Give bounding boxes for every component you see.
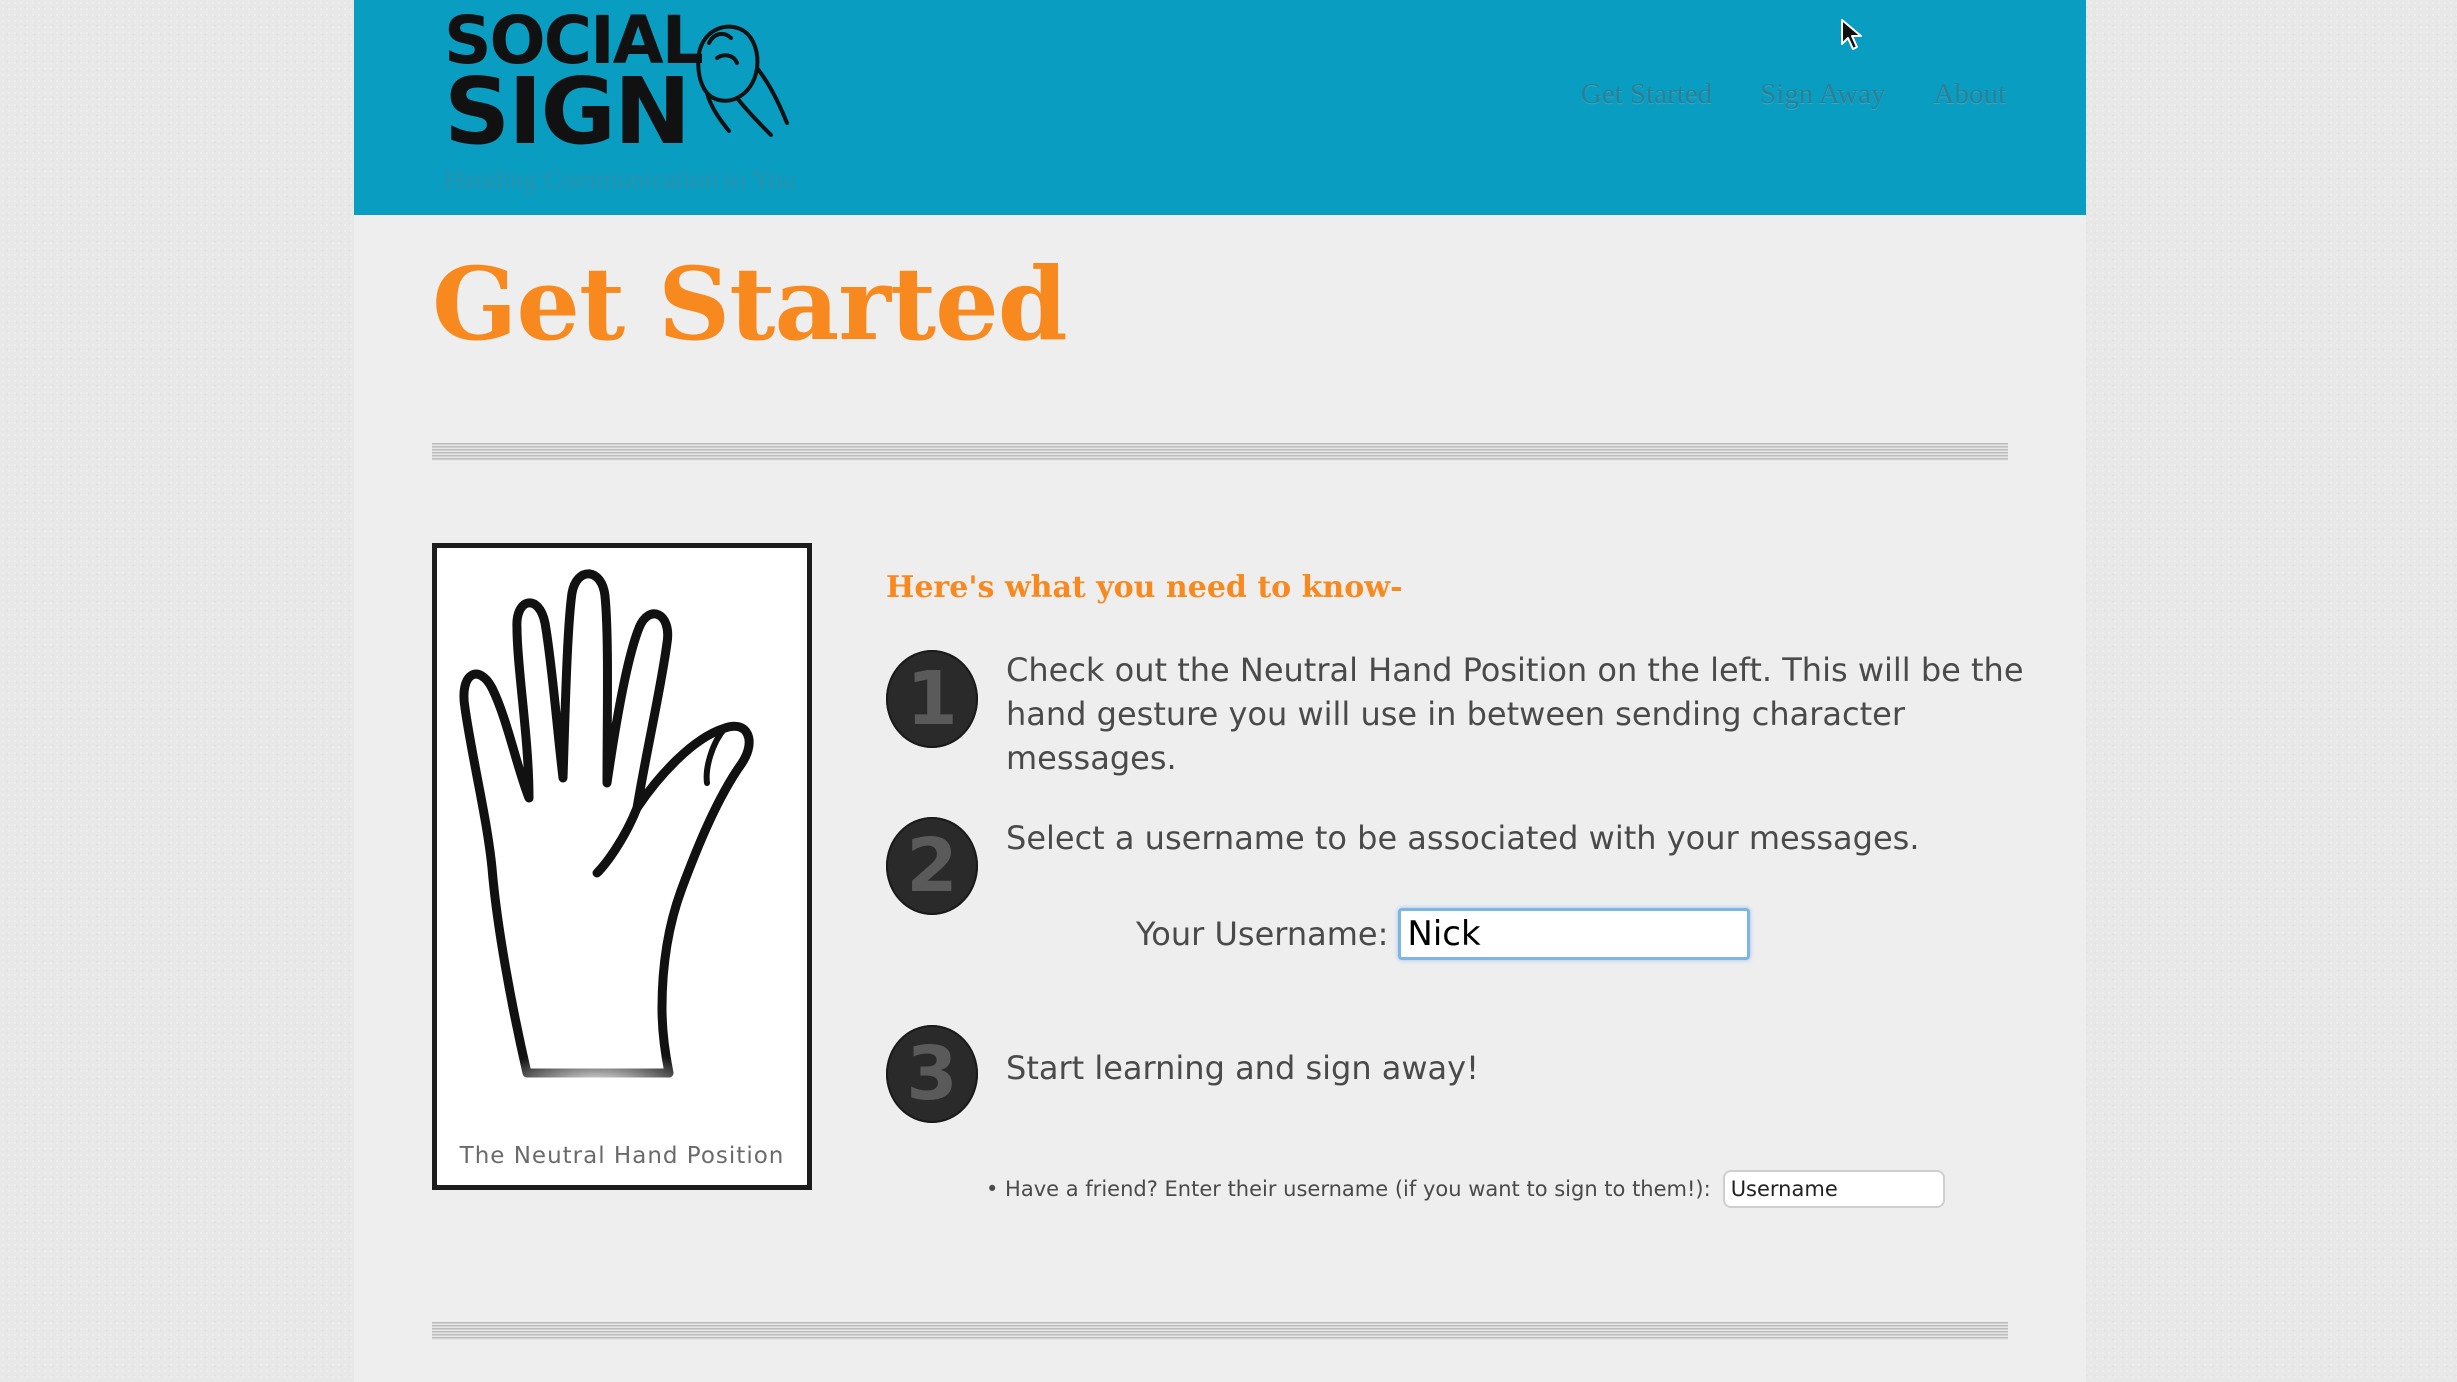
nav-about[interactable]: About <box>1934 78 2007 111</box>
step-2-text: Select a username to be associated with … <box>1006 819 1920 857</box>
step-3-text: Start learning and sign away! <box>1006 1049 1479 1087</box>
neutral-hand-card: The Neutral Hand Position <box>432 543 812 1190</box>
username-input[interactable] <box>1398 908 1751 960</box>
mouse-pointer-icon <box>1841 19 1862 50</box>
social-sign-logo[interactable]: SOCIAL SIGN <box>444 8 804 158</box>
username-label: Your Username: <box>1136 915 1389 953</box>
username-row: Your Username: <box>1136 908 1751 960</box>
logo-text: SOCIAL SIGN <box>444 8 704 165</box>
site-header: SOCIAL SIGN Handing Communication to You… <box>354 0 2086 215</box>
section-divider-bottom <box>432 1322 2008 1340</box>
friend-prompt: • Have a friend? Enter their username (i… <box>986 1177 1711 1201</box>
step-2-badge: 2 <box>886 817 978 915</box>
step-3-badge: 3 <box>886 1025 978 1123</box>
nav-sign-away[interactable]: Sign Away <box>1760 78 1885 111</box>
page: SOCIAL SIGN Handing Communication to You… <box>354 0 2086 1382</box>
hand-caption: The Neutral Hand Position <box>459 1143 785 1169</box>
logo-line-sign: SIGN <box>444 58 691 165</box>
signing-hand-icon <box>696 24 789 137</box>
page-title: Get Started <box>432 245 1068 363</box>
friend-row: • Have a friend? Enter their username (i… <box>986 1170 1945 1208</box>
main-nav: Get Started Sign Away About <box>1581 78 2006 111</box>
neutral-hand-icon <box>459 569 754 1128</box>
site-tagline: Handing Communication to You <box>444 164 796 194</box>
step-1-text: Check out the Neutral Hand Position on t… <box>1006 651 2024 777</box>
nav-get-started[interactable]: Get Started <box>1581 78 1712 111</box>
instructions-heading: Here's what you need to know- <box>886 570 1403 605</box>
section-divider-top <box>432 443 2008 461</box>
step-1-badge: 1 <box>886 650 978 748</box>
friend-username-input[interactable] <box>1722 1170 1945 1208</box>
